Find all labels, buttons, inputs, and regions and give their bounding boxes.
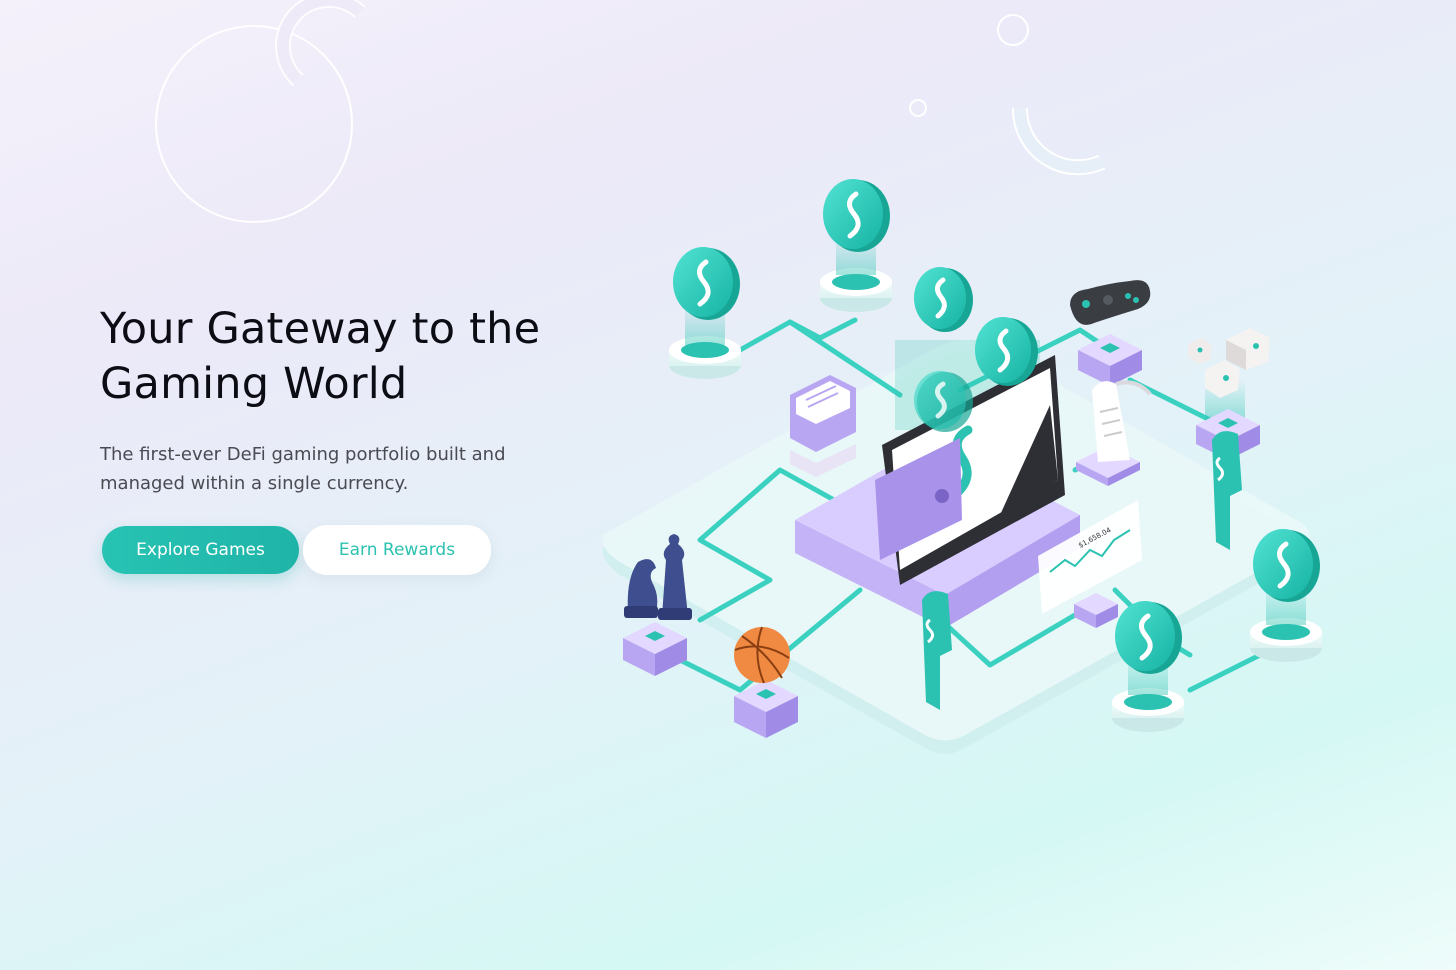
deco-arc-top-inner (277, 0, 365, 85)
coin-6 (1115, 601, 1182, 674)
earn-rewards-button[interactable]: Earn Rewards (303, 525, 491, 575)
coin-1 (673, 247, 740, 320)
hero-section: Your Gateway to the Gaming World The fir… (0, 0, 1456, 970)
cta-group: Explore Games Earn Rewards (102, 525, 491, 575)
game-controller (1070, 280, 1151, 325)
isometric-illustration: $1,658.04 (602, 179, 1322, 754)
basketball (734, 626, 790, 684)
dice (1188, 328, 1270, 398)
deco-large-circle (155, 25, 353, 223)
explore-games-button[interactable]: Explore Games (102, 526, 299, 574)
hero-subtitle: The first-ever DeFi gaming portfolio bui… (100, 444, 506, 494)
coin-3 (914, 267, 973, 332)
pedestal-controller (1078, 334, 1142, 386)
pedestal-chess (623, 622, 687, 676)
deco-arc-top (275, 0, 366, 86)
coin-2 (823, 179, 890, 252)
coin-7 (1253, 529, 1320, 602)
deco-small-circle (997, 14, 1029, 46)
hero-headline: Your Gateway to the Gaming World (100, 304, 541, 409)
arcade-terminal (790, 375, 856, 477)
deco-tiny-circle (909, 99, 927, 117)
